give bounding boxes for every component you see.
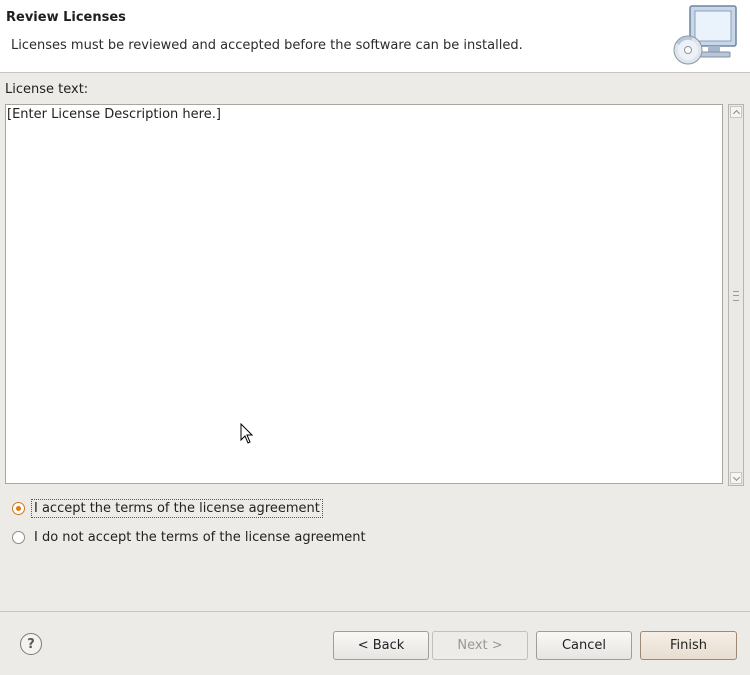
license-scrollbar[interactable] [728,104,744,486]
license-text-content: [Enter License Description here.] [7,107,221,122]
decline-label[interactable]: I do not accept the terms of the license… [31,528,369,547]
page-title: Review Licenses [6,10,126,25]
accept-option[interactable]: I accept the terms of the license agreem… [12,497,323,519]
wizard-header: Review Licenses Licenses must be reviewe… [0,0,750,73]
page-description: Licenses must be reviewed and accepted b… [11,38,523,53]
finish-button-label: Finish [669,638,707,653]
scroll-down-arrow-icon[interactable] [730,472,742,484]
monitor-cd-icon [673,5,737,65]
mouse-pointer-icon [240,423,254,444]
help-button[interactable]: ? [20,633,42,655]
scroll-up-arrow-icon[interactable] [730,106,742,118]
back-button-label: < Back [357,638,405,653]
back-button[interactable]: < Back [333,631,429,660]
decline-option[interactable]: I do not accept the terms of the license… [12,526,369,548]
cancel-button[interactable]: Cancel [536,631,632,660]
accept-label[interactable]: I accept the terms of the license agreem… [31,498,323,518]
button-bar-separator [0,611,750,612]
license-text-label-text: License text: [5,82,89,97]
decline-radio[interactable] [12,530,25,544]
next-button-label: Next > [457,638,503,653]
license-text-label: License text: [5,82,88,97]
cancel-button-label: Cancel [561,638,607,653]
scroll-grip-icon[interactable] [733,291,739,301]
next-button[interactable]: Next > [432,631,528,660]
finish-button[interactable]: Finish [640,631,737,660]
help-icon: ? [27,636,35,652]
accept-radio[interactable] [12,501,25,515]
license-text-area[interactable]: [Enter License Description here.] [5,104,723,484]
